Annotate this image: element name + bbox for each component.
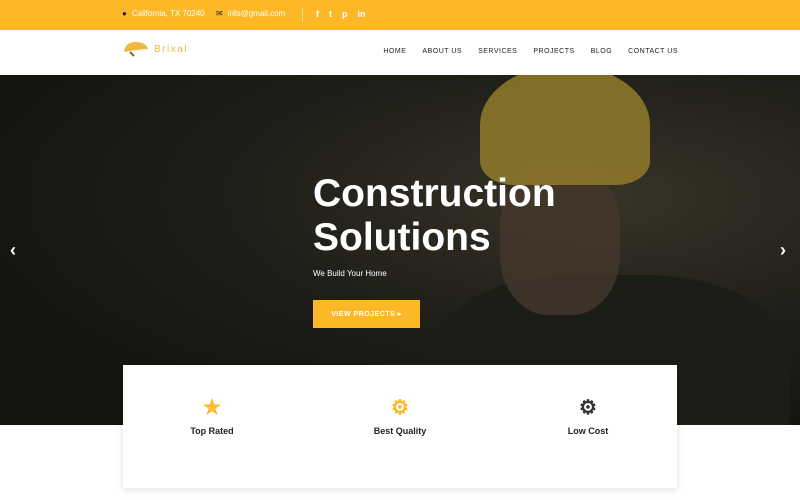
feature-label: Best Quality — [373, 426, 427, 436]
main-menu: HOME ABOUT US SERVICES PROJECTS BLOG CON… — [383, 48, 678, 55]
pinterest-icon[interactable]: p — [342, 9, 348, 19]
brand-name: Brixal — [154, 43, 189, 55]
facebook-icon[interactable]: f — [316, 9, 319, 19]
twitter-icon[interactable]: t — [329, 9, 332, 19]
email[interactable]: ✉ info@gmail.com — [216, 9, 285, 18]
hero-title-line2: Solutions — [313, 216, 491, 259]
features-card: ✯ Top Rated ⚙ Best Quality ⚙ Low Cost — [123, 365, 677, 488]
nav-services[interactable]: SERVICES — [478, 48, 517, 55]
email-text[interactable]: info@gmail.com — [228, 9, 285, 18]
coin-gear-icon: ⚙ — [579, 397, 597, 419]
social-links: f t p in — [316, 9, 366, 19]
caret-right-icon: ▸ — [397, 311, 402, 318]
feature-label: Top Rated — [190, 426, 234, 436]
helmet-icon — [124, 42, 148, 57]
nav-about[interactable]: ABOUT US — [422, 48, 462, 55]
nav-blog[interactable]: BLOG — [591, 48, 612, 55]
nav-projects[interactable]: PROJECTS — [533, 48, 574, 55]
map-pin-icon: ● — [122, 9, 127, 18]
thumbs-up-gear-icon: ⚙ — [391, 397, 409, 419]
feature-label: Low Cost — [567, 426, 609, 436]
navbar: Brixal HOME ABOUT US SERVICES PROJECTS B… — [0, 30, 800, 75]
feature-low-cost: ⚙ Low Cost — [538, 395, 638, 436]
nav-home[interactable]: HOME — [383, 48, 406, 55]
address-text: California, TX 70240 — [131, 9, 205, 18]
address: ● California, TX 70240 — [122, 9, 205, 18]
hero-title-line1: Construction — [313, 172, 556, 215]
envelope-icon: ✉ — [216, 9, 223, 18]
hero-subtitle: We Build Your Home — [313, 269, 387, 278]
linkedin-icon[interactable]: in — [358, 9, 366, 19]
feature-best-quality: ⚙ Best Quality — [350, 395, 450, 436]
feature-top-rated: ✯ Top Rated — [162, 395, 262, 436]
nav-contact[interactable]: CONTACT US — [628, 48, 678, 55]
logo[interactable]: Brixal — [122, 40, 188, 58]
star-icon: ✯ — [203, 397, 221, 419]
prev-slide-arrow-icon[interactable]: ‹ — [10, 240, 16, 261]
button-label: VIEW PROJECTS — [331, 310, 396, 318]
hero-title: Construction Solutions — [313, 172, 556, 260]
divider — [302, 8, 303, 22]
view-projects-button[interactable]: VIEW PROJECTS ▸ — [313, 300, 420, 328]
top-bar: ● California, TX 70240 ✉ info@gmail.com … — [0, 0, 800, 30]
next-slide-arrow-icon[interactable]: › — [780, 240, 786, 261]
